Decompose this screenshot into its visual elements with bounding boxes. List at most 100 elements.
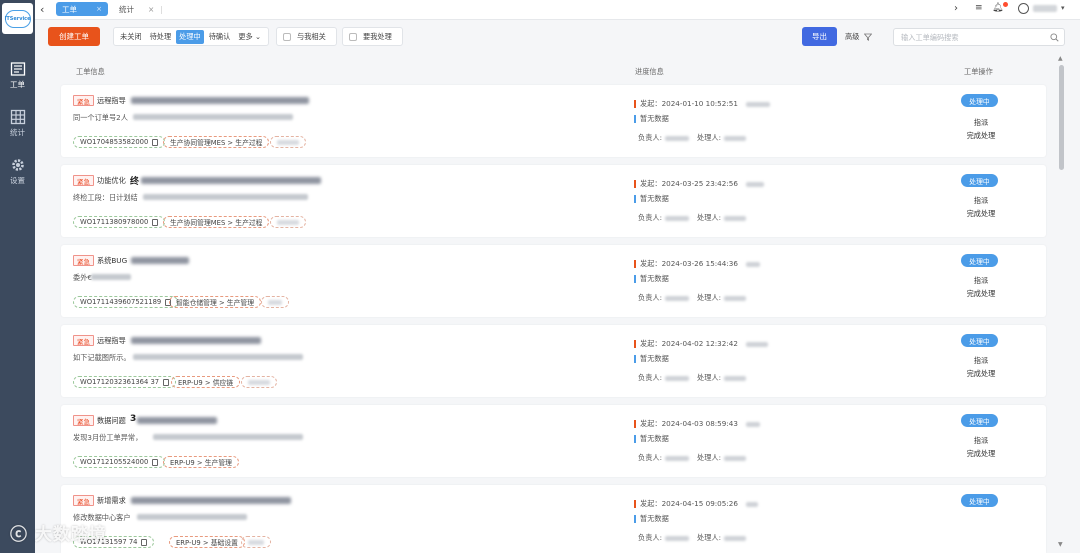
assigned-to-me-checkbox[interactable]: 要我处理	[342, 27, 403, 46]
complete-link[interactable]: 完成处理	[951, 369, 1011, 379]
checkbox-icon	[283, 32, 291, 41]
close-icon[interactable]: ×	[148, 5, 154, 14]
user-name-blurred[interactable]	[1033, 5, 1057, 12]
status-button[interactable]: 处理中	[961, 94, 998, 107]
user-avatar-icon[interactable]	[1018, 3, 1029, 14]
filter-unclosed[interactable]: 未关闭	[117, 30, 145, 44]
list-icon[interactable]: ≡	[975, 3, 983, 13]
owner-name-blurred	[665, 215, 689, 221]
dispatch-link[interactable]: 指派	[951, 276, 1011, 286]
persons-row: 负责人: 处理人:	[638, 213, 754, 223]
status-button[interactable]: 处理中	[961, 414, 998, 427]
sidebar-item-tickets[interactable]: 工单	[0, 56, 35, 94]
no-data-text: 暂无数据	[640, 514, 669, 523]
scroll-down-arrow-icon[interactable]: ▼	[1058, 541, 1063, 548]
sidebar-item-stats[interactable]: 统计	[0, 104, 35, 142]
ticket-id: WO1712105524000	[80, 458, 149, 466]
status-button[interactable]: 处理中	[961, 174, 998, 187]
watermark: ⓒ 大数踏境	[10, 520, 107, 545]
ticket-id-pill[interactable]: WO1704853582000	[73, 136, 166, 148]
copy-icon[interactable]	[163, 378, 170, 386]
watermark-logo-icon: ⓒ	[10, 525, 35, 545]
filter-to-confirm[interactable]: 待确认	[206, 30, 234, 44]
ticket-title-blurred[interactable]	[131, 97, 309, 104]
ticket-title-blurred[interactable]	[131, 257, 189, 264]
ticket-description-blurred	[137, 514, 247, 520]
tab-stats[interactable]: 统计 × |	[113, 2, 169, 16]
dispatch-link[interactable]: 指派	[951, 118, 1011, 128]
progress-time: 发起：2024-03-26 15:44:36	[634, 259, 760, 269]
ticket-card[interactable]: 紧急 远程指导 如下记截图所示。 WO1712032361364 37 ERP-…	[61, 325, 1046, 397]
app-logo[interactable]: ITService	[2, 3, 33, 34]
ticket-icon	[10, 61, 25, 76]
ticket-card[interactable]: 紧急 远程指导 同一个订单号2人 WO1704853582000 生产协同管理M…	[61, 85, 1046, 157]
filter-more[interactable]: 更多 ⌄	[235, 30, 264, 44]
persons-row: 负责人: 处理人:	[638, 293, 754, 303]
copy-icon[interactable]	[152, 458, 159, 466]
ticket-card[interactable]: 紧急 新增需求 修改数据中心客户 WO17131597 74 ERP-U9 > …	[61, 485, 1046, 553]
search-input[interactable]	[901, 31, 1041, 43]
scroll-up-arrow-icon[interactable]: ▲	[1058, 55, 1063, 62]
column-header-progress: 进度信息	[635, 67, 664, 76]
ticket-id-pill[interactable]: WO1712032361364 37	[73, 376, 177, 388]
copy-icon[interactable]	[152, 138, 159, 146]
dispatch-link[interactable]: 指派	[951, 436, 1011, 446]
chevron-down-icon[interactable]: ▾	[1061, 4, 1065, 12]
related-to-me-checkbox[interactable]: 与我相关	[276, 27, 337, 46]
complete-link[interactable]: 完成处理	[951, 289, 1011, 299]
ticket-id-pill[interactable]: WO1711439607521189	[73, 296, 179, 308]
copy-icon[interactable]	[141, 538, 148, 546]
handler-name-blurred	[724, 295, 746, 301]
tab-tickets[interactable]: 工单 ×	[56, 2, 108, 16]
checkbox-icon	[349, 32, 357, 41]
owner-label: 负责人:	[638, 293, 662, 302]
ticket-card[interactable]: 紧急 数据问题 3 发现3月份工单异常， WO1712105524000 ERP…	[61, 405, 1046, 477]
ticket-card[interactable]: 紧急 系统BUG 委外€ WO1711439607521189 智能仓储管理 >…	[61, 245, 1046, 317]
complete-link[interactable]: 完成处理	[951, 449, 1011, 459]
progress-time-text: 发起：2024-03-25 23:42:56	[640, 179, 738, 188]
complete-link[interactable]: 完成处理	[951, 131, 1011, 141]
urgent-badge: 紧急	[73, 495, 94, 506]
dispatch-link[interactable]: 指派	[951, 196, 1011, 206]
progress-marker	[634, 435, 636, 443]
back-arrow-icon[interactable]: ‹	[40, 3, 44, 16]
copy-icon[interactable]	[152, 218, 159, 226]
progress-marker	[634, 500, 636, 508]
complete-link[interactable]: 完成处理	[951, 209, 1011, 219]
advanced-filter-button[interactable]: 高级	[845, 32, 873, 42]
export-button[interactable]: 导出	[802, 27, 837, 46]
tab-divider: |	[160, 4, 163, 14]
ticket-title-blurred[interactable]	[137, 417, 217, 424]
bell-icon[interactable]: 🔔︎	[992, 3, 1003, 13]
scrollbar-thumb[interactable]	[1059, 65, 1064, 170]
owner-label: 负责人:	[638, 533, 662, 542]
ticket-description-blurred	[143, 194, 308, 200]
ticket-title-blurred[interactable]	[131, 337, 261, 344]
filter-pending[interactable]: 待处理	[147, 30, 175, 44]
handler-label: 处理人:	[697, 133, 721, 142]
status-button[interactable]: 处理中	[961, 334, 998, 347]
forward-arrow-icon[interactable]: ›	[954, 3, 958, 14]
create-ticket-button[interactable]: 创建工单	[48, 27, 100, 46]
status-button[interactable]: 处理中	[961, 254, 998, 267]
sidebar-item-settings[interactable]: 设置	[0, 152, 35, 190]
close-icon[interactable]: ×	[96, 5, 102, 13]
filter-processing[interactable]: 处理中	[176, 29, 204, 44]
ticket-title-blurred[interactable]	[141, 177, 321, 184]
search-icon[interactable]	[1050, 33, 1059, 42]
owner-name-blurred	[665, 135, 689, 141]
tab-label: 统计	[119, 4, 134, 14]
no-data-text: 暂无数据	[640, 354, 669, 363]
ticket-title-blurred[interactable]	[131, 497, 291, 504]
ticket-id-pill[interactable]: WO1712105524000	[73, 456, 166, 468]
progress-marker	[634, 515, 636, 523]
ticket-id: WO1711439607521189	[80, 298, 162, 306]
dispatch-link[interactable]: 指派	[951, 356, 1011, 366]
owner-label: 负责人:	[638, 453, 662, 462]
ticket-description-blurred	[133, 354, 303, 360]
ticket-card[interactable]: 紧急 功能优化 终 终检工段：日计划结 WO1711380978000 生产协同…	[61, 165, 1046, 237]
sidebar-item-label: 统计	[10, 127, 25, 137]
ticket-id-pill[interactable]: WO1711380978000	[73, 216, 166, 228]
status-button[interactable]: 处理中	[961, 494, 998, 507]
ticket-category-pill: 生产协同管理MES > 生产过程	[163, 136, 270, 148]
